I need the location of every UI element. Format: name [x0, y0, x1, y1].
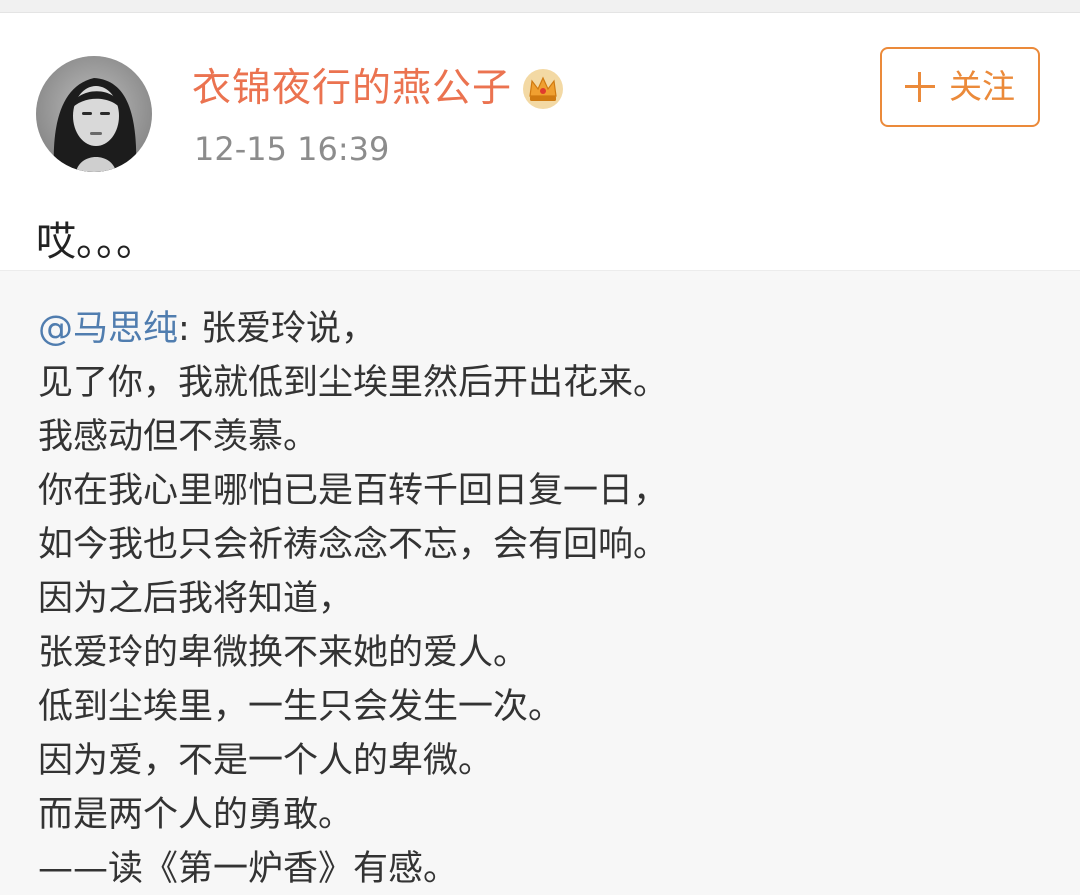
avatar-portrait-image: [36, 56, 152, 172]
repost-line: 低到尘埃里，一生只会发生一次。: [38, 687, 564, 727]
avatar[interactable]: [36, 56, 152, 172]
top-divider-strip: [0, 0, 1080, 13]
repost-line: 张爱玲的卑微换不来她的爱人。: [38, 633, 529, 673]
reposted-content[interactable]: @马思纯: 张爱玲说， 见了你，我就低到尘埃里然后开出花来。 我感动但不羡慕。 …: [0, 270, 1080, 895]
follow-button[interactable]: 关注: [880, 47, 1040, 127]
repost-line: ——读《第一炉香》有感。: [38, 849, 459, 889]
repost-line: 如今我也只会祈祷念念不忘，会有回响。: [38, 525, 669, 565]
repost-line-text: 张爱玲说，: [200, 309, 376, 349]
repost-line: 见了你，我就低到尘埃里然后开出花来。: [38, 363, 669, 403]
username-row: 衣锦夜行的燕公子: [192, 63, 564, 115]
repost-line: 你在我心里哪怕已是百转千回日复一日，: [38, 471, 669, 511]
follow-label: 关注: [949, 67, 1015, 106]
plus-icon: [905, 72, 935, 102]
weibo-post: 衣锦夜行的燕公子 12-15 16:39 关注 哎。。。: [0, 13, 1080, 269]
repost-line: 因为之后我将知道，: [38, 579, 354, 619]
post-text: 哎。。。: [36, 219, 156, 265]
repost-line: 因为爱，不是一个人的卑微。: [38, 741, 494, 781]
post-timestamp: 12-15 16:39: [194, 130, 390, 168]
repost-separator: :: [178, 309, 201, 349]
repost-line: 我感动但不羡慕。: [38, 417, 319, 457]
repost-author-mention[interactable]: @马思纯: [38, 309, 178, 349]
repost-line: 而是两个人的勇敢。: [38, 795, 354, 835]
crown-vip-icon[interactable]: [522, 68, 564, 110]
username[interactable]: 衣锦夜行的燕公子: [192, 63, 512, 115]
repost-line: @马思纯: 张爱玲说，: [38, 307, 376, 351]
